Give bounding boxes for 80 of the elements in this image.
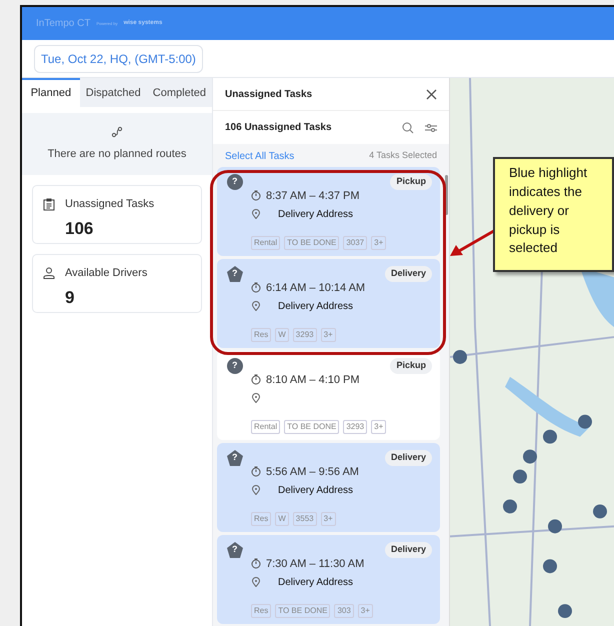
task-type-badge: Delivery <box>384 266 432 282</box>
location-pin-icon <box>252 301 260 311</box>
task-tag: Rental <box>251 420 280 434</box>
summary-value: 106 <box>65 218 94 240</box>
summary-label: Available Drivers <box>65 266 148 281</box>
task-tag: 3+ <box>320 512 336 526</box>
task-type-badge: Delivery <box>384 542 432 558</box>
task-type-badge: Pickup <box>390 174 432 190</box>
annotation-tooltip: Blue highlight indicates the delivery or pickup is selected <box>493 157 614 272</box>
location-pin-icon <box>252 393 260 403</box>
selected-count: 4 Tasks Selected <box>369 149 437 162</box>
task-tag: Rental <box>251 236 280 250</box>
pentagon-marker-icon <box>227 450 243 466</box>
summary-label: Unassigned Tasks <box>65 197 154 212</box>
time-window: 6:14 AM – 10:14 AM <box>266 280 366 296</box>
task-tag: W <box>275 328 289 342</box>
panel-title: Unassigned Tasks <box>225 88 312 102</box>
route-icon <box>111 126 123 138</box>
pentagon-marker-icon <box>227 266 243 282</box>
address-text: Delivery Address <box>278 484 354 498</box>
task-tag: 3037 <box>343 236 368 250</box>
task-card[interactable]: ? Delivery 6:14 AM – 10:14 AM Delivery Address Res W 3293 3+ <box>217 259 440 348</box>
task-card[interactable]: ? Delivery 7:30 AM – 11:30 AM Delivery Address Res TO BE DONE 303 3+ <box>217 535 440 624</box>
person-icon <box>43 267 55 280</box>
task-tag: Res <box>251 328 272 342</box>
task-card[interactable]: ? Pickup 8:37 AM – 4:37 PM Delivery Address Rental TO BE DONE 3037 3+ <box>217 167 440 256</box>
address-text: Delivery Address <box>278 576 354 590</box>
task-type-badge: Delivery <box>384 450 432 466</box>
time-window: 5:56 AM – 9:56 AM <box>266 464 359 480</box>
task-tag: 3+ <box>371 236 386 250</box>
task-tag: 3+ <box>320 328 336 342</box>
task-tag: 3+ <box>371 420 386 434</box>
address-text: Delivery Address <box>278 300 354 314</box>
task-card[interactable]: ? Delivery 5:56 AM – 9:56 AM Delivery Address Res W 3553 3+ <box>217 443 440 532</box>
task-tag: TO BE DONE <box>284 420 340 434</box>
location-pin-icon <box>252 577 260 587</box>
filter-icon[interactable] <box>425 122 437 132</box>
app-logo: InTempo CT <box>36 17 90 31</box>
empty-state-text: There are no planned routes <box>48 146 186 162</box>
marker-label: ? <box>232 360 238 371</box>
timer-icon <box>251 282 261 294</box>
time-window: 7:30 AM – 11:30 AM <box>266 556 364 572</box>
circle-marker-icon <box>227 358 243 374</box>
route-tab[interactable]: Completed <box>146 78 212 107</box>
task-tag: W <box>275 512 289 526</box>
task-tag: 3293 <box>292 328 317 342</box>
date-selector[interactable]: Tue, Oct 22, HQ, (GMT-5:00) <box>34 44 203 72</box>
task-tag: TO BE DONE <box>275 604 330 618</box>
task-tag: 3+ <box>358 604 373 618</box>
summary-value: 9 <box>65 286 76 308</box>
task-card[interactable]: ? Pickup 8:10 AM – 4:10 PM Rental TO BE DONE 3293 3+ <box>217 351 440 440</box>
task-tag: 3553 <box>292 512 317 526</box>
task-type-badge: Pickup <box>390 358 432 374</box>
search-icon[interactable] <box>402 122 414 134</box>
task-tag: TO BE DONE <box>284 236 340 250</box>
address-text: Delivery Address <box>278 208 354 222</box>
circle-marker-icon <box>227 174 243 190</box>
marker-label: ? <box>232 268 238 279</box>
task-count: 106 Unassigned Tasks <box>225 121 332 135</box>
timer-icon <box>251 466 261 478</box>
task-tag: 303 <box>334 604 354 618</box>
time-window: 8:10 AM – 4:10 PM <box>266 372 360 388</box>
task-tag: Res <box>251 604 272 618</box>
location-pin-icon <box>252 485 260 495</box>
marker-label: ? <box>232 452 238 463</box>
route-tab[interactable]: Dispatched <box>80 78 147 107</box>
timer-icon <box>251 558 261 570</box>
task-tag: Res <box>251 512 272 526</box>
marker-label: ? <box>232 544 238 555</box>
location-pin-icon <box>252 209 260 219</box>
timer-icon <box>251 374 261 386</box>
time-window: 8:37 AM – 4:37 PM <box>266 188 360 204</box>
pentagon-marker-icon <box>227 542 243 558</box>
timer-icon <box>251 190 261 202</box>
task-tag: 3293 <box>343 420 368 434</box>
clipboard-icon <box>43 198 55 211</box>
marker-label: ? <box>232 176 238 187</box>
route-tab[interactable]: Planned <box>22 78 80 107</box>
scrollbar-thumb[interactable] <box>444 175 448 215</box>
close-icon[interactable] <box>426 88 437 100</box>
